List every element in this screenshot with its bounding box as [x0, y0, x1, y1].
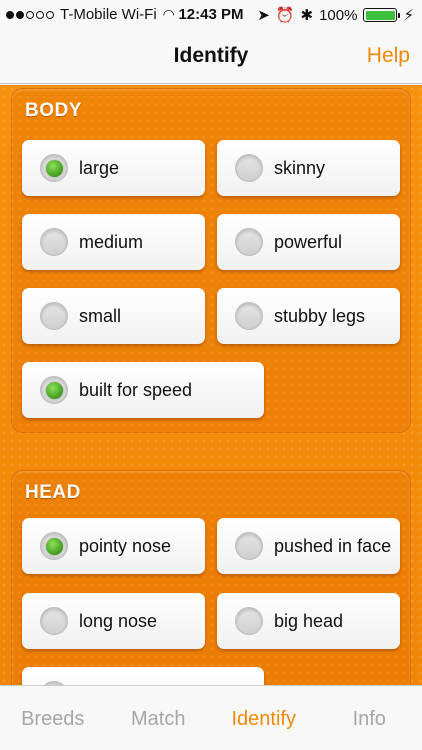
tab-breeds[interactable]: Breeds: [0, 686, 106, 750]
option-label: built for speed: [79, 379, 193, 400]
radio-unselected-icon: [235, 302, 263, 330]
option-long-nose[interactable]: long nose: [22, 593, 205, 649]
section-title-head: HEAD: [25, 482, 81, 503]
option-medium[interactable]: medium: [22, 214, 205, 270]
help-button[interactable]: Help: [367, 44, 410, 68]
radio-unselected-icon: [40, 302, 68, 330]
identify-content[interactable]: BODY large skinny medium powerful small …: [0, 85, 422, 685]
option-label: skinny: [274, 157, 326, 178]
option-built-for-speed[interactable]: built for speed: [22, 362, 264, 418]
option-pointy-nose[interactable]: pointy nose: [22, 518, 205, 574]
alarm-icon: ⏰: [275, 7, 295, 24]
option-label: large: [79, 157, 120, 178]
status-bar: T-Mobile Wi-Fi ◠ 12:43 PM ➤ ⏰ ✱ 100% ⚡: [0, 0, 422, 30]
section-body: BODY large skinny medium powerful small …: [11, 88, 411, 433]
navigation-bar: Identify Help: [0, 30, 422, 84]
option-label: medium: [79, 231, 144, 252]
tab-bar: Breeds Match Identify Info: [0, 685, 422, 750]
option-partially-hidden[interactable]: [22, 667, 264, 685]
option-large[interactable]: large: [22, 140, 205, 196]
bluetooth-icon: ✱: [300, 7, 314, 24]
tab-info[interactable]: Info: [317, 686, 422, 750]
option-pushed-in-face[interactable]: pushed in face: [217, 518, 400, 574]
status-right: ➤ ⏰ ✱ 100% ⚡: [257, 6, 414, 25]
option-powerful[interactable]: powerful: [217, 214, 400, 270]
option-label: small: [79, 305, 122, 326]
radio-unselected-icon: [235, 228, 263, 256]
radio-unselected-icon: [235, 532, 263, 560]
option-label: pointy nose: [79, 535, 172, 556]
radio-selected-icon: [40, 376, 68, 404]
option-small[interactable]: small: [22, 288, 205, 344]
section-head: HEAD pointy nose pushed in face long nos…: [11, 470, 411, 685]
tab-identify[interactable]: Identify: [211, 686, 317, 750]
radio-unselected-icon: [235, 607, 263, 635]
page-title: Identify: [173, 44, 249, 67]
option-label: pushed in face: [274, 535, 392, 556]
option-skinny[interactable]: skinny: [217, 140, 400, 196]
location-icon: ➤: [257, 7, 270, 24]
option-big-head[interactable]: big head: [217, 593, 400, 649]
battery-percent: 100%: [319, 6, 358, 24]
section-title-body: BODY: [25, 100, 82, 121]
radio-selected-icon: [40, 154, 68, 182]
radio-unselected-icon: [40, 607, 68, 635]
radio-unselected-icon: [235, 154, 263, 182]
tab-match[interactable]: Match: [106, 686, 212, 750]
option-label: big head: [274, 610, 344, 631]
option-label: powerful: [274, 231, 343, 252]
battery-icon: [363, 8, 401, 22]
radio-selected-icon: [40, 532, 68, 560]
option-label: stubby legs: [274, 305, 366, 326]
option-label: long nose: [79, 610, 158, 631]
charging-icon: ⚡: [403, 7, 414, 24]
radio-unselected-icon: [40, 228, 68, 256]
option-stubby-legs[interactable]: stubby legs: [217, 288, 400, 344]
